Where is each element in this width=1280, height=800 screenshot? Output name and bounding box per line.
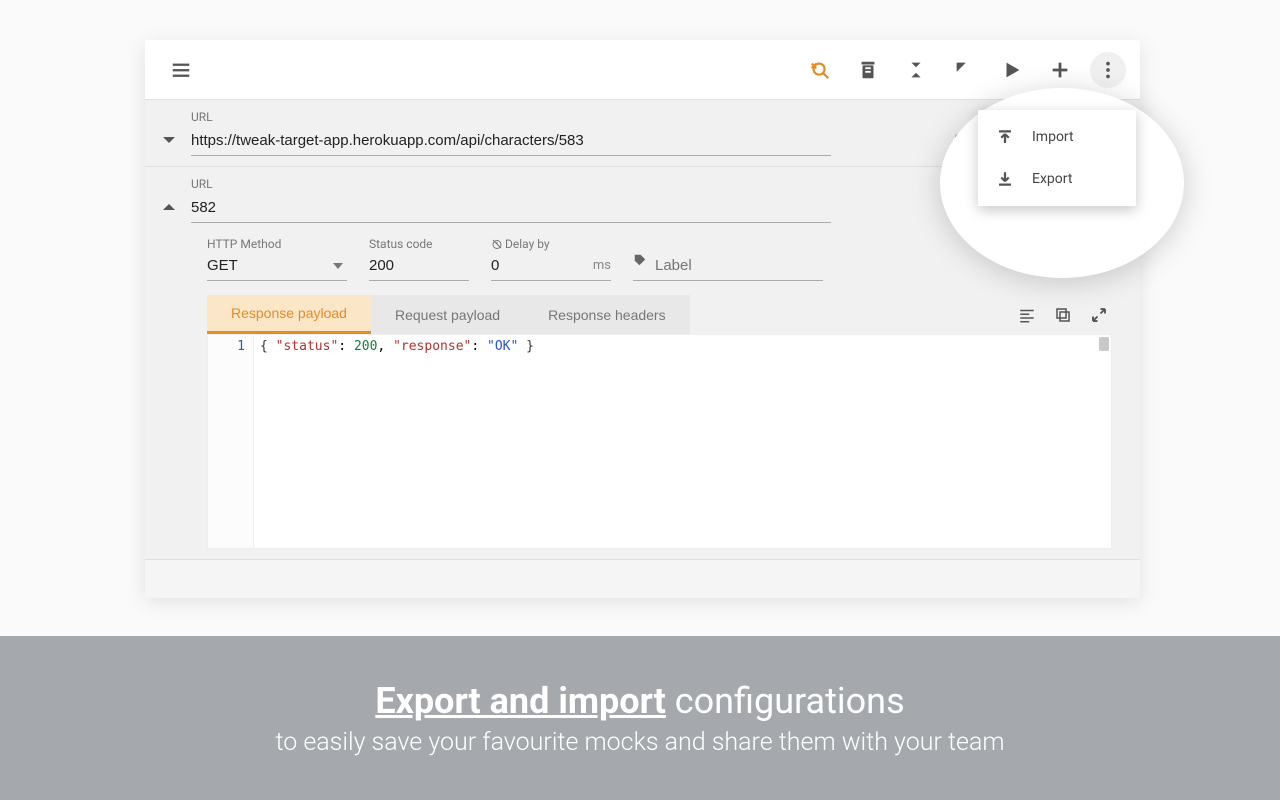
- menu-item-label: Export: [1032, 171, 1072, 187]
- hamburger-menu-icon[interactable]: [163, 52, 199, 88]
- tab-request-payload[interactable]: Request payload: [371, 295, 524, 334]
- promo-title: Export and import configurations: [375, 680, 904, 722]
- dropdown-menu: Import Export: [978, 110, 1136, 206]
- delay-label: Delay by: [491, 237, 611, 251]
- toolbar: [145, 40, 1140, 100]
- expand-icon[interactable]: [1086, 302, 1112, 328]
- tabs-row: Response payload Request payload Respons…: [157, 281, 1126, 334]
- open-window-icon[interactable]: [946, 52, 982, 88]
- copy-icon[interactable]: [1050, 302, 1076, 328]
- play-icon[interactable]: [994, 52, 1030, 88]
- chevron-up-icon[interactable]: [157, 195, 181, 219]
- http-method-select[interactable]: [207, 253, 347, 281]
- url-input[interactable]: [191, 195, 831, 223]
- status-code-input[interactable]: [369, 253, 469, 281]
- scrollbar-thumb[interactable]: [1099, 337, 1109, 351]
- focus-highlight: Import Export: [940, 88, 1184, 278]
- delay-unit: ms: [593, 258, 611, 273]
- menu-item-import[interactable]: Import: [978, 116, 1136, 158]
- tab-response-headers[interactable]: Response headers: [524, 295, 690, 334]
- status-code-label: Status code: [369, 237, 469, 251]
- line-number: 1: [208, 335, 254, 548]
- menu-item-export[interactable]: Export: [978, 158, 1136, 200]
- code-body[interactable]: { "status": 200, "response": "OK" }: [254, 335, 1111, 548]
- http-method-label: HTTP Method: [207, 237, 347, 251]
- label-tag-icon: [633, 252, 647, 271]
- add-icon[interactable]: [1042, 52, 1078, 88]
- url-input[interactable]: [191, 128, 831, 156]
- collapse-all-icon[interactable]: [898, 52, 934, 88]
- tab-response-payload[interactable]: Response payload: [207, 295, 371, 334]
- code-editor[interactable]: 1 { "status": 200, "response": "OK" }: [207, 334, 1112, 549]
- chevron-down-icon[interactable]: [157, 128, 181, 152]
- search-replace-icon[interactable]: [802, 52, 838, 88]
- url-label: URL: [191, 110, 1032, 124]
- label-input[interactable]: [633, 253, 823, 281]
- menu-item-label: Import: [1032, 129, 1074, 145]
- delete-icon[interactable]: [850, 52, 886, 88]
- more-icon[interactable]: [1090, 52, 1126, 88]
- promo-banner: Export and import configurations to easi…: [0, 636, 1280, 800]
- format-icon[interactable]: [1014, 302, 1040, 328]
- url-label: URL: [191, 177, 1032, 191]
- promo-subtitle: to easily save your favourite mocks and …: [275, 728, 1004, 757]
